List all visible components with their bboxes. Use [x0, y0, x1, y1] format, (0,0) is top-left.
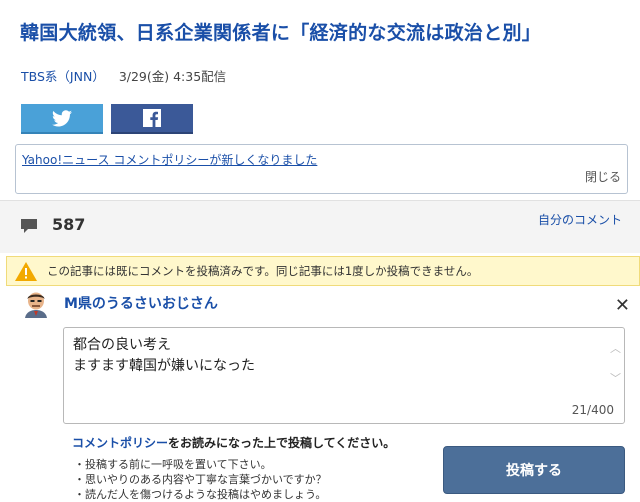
- comment-count: 587: [52, 215, 86, 234]
- already-posted-warning: この記事には既にコメントを投稿済みです。同じ記事には1度しか投稿できません。: [6, 256, 640, 286]
- article-source[interactable]: TBS系（JNN）: [21, 69, 105, 84]
- article-meta: TBS系（JNN） 3/29(金) 4:35配信: [21, 66, 226, 85]
- submit-button[interactable]: 投稿する: [443, 446, 625, 494]
- comment-text[interactable]: 都合の良い考え ますます韓国が嫌いになった: [73, 335, 255, 377]
- comment-textarea[interactable]: 都合の良い考え ますます韓国が嫌いになった ︿ ﹀ 21/400: [63, 327, 625, 424]
- warning-text: この記事には既にコメントを投稿済みです。同じ記事には1度しか投稿できません。: [47, 264, 479, 278]
- user-avatar: [22, 290, 50, 318]
- user-name: M県のうるさいおじさん: [64, 296, 218, 312]
- policy-instruction-text: をお読みになった上で投稿してください。: [168, 436, 396, 450]
- comment-policy-link[interactable]: コメントポリシー: [72, 436, 168, 450]
- policy-notice-link[interactable]: Yahoo!ニュース コメントポリシーが新しくなりました: [22, 151, 317, 168]
- my-comments-link[interactable]: 自分のコメント: [538, 211, 622, 228]
- twitter-icon: [52, 109, 72, 126]
- tip-item: ・読んだ人を傷つけるような投稿はやめましょう。: [74, 488, 327, 501]
- tip-item: ・投稿する前に一呼吸を置いて下さい。: [74, 458, 272, 471]
- scroll-down-icon[interactable]: ﹀: [610, 370, 621, 386]
- tip-item: ・思いやりのある内容や丁寧な言葉づかいですか？: [74, 473, 327, 486]
- comment-bubble-icon: [21, 219, 37, 233]
- warning-icon: [15, 261, 37, 281]
- policy-notice-close-button[interactable]: 閉じる: [585, 168, 621, 185]
- article-title: 韓国大統領、日系企業関係者に「経済的な交流は政治と別」: [20, 22, 542, 44]
- article-date: 3/29(金) 4:35配信: [118, 69, 227, 84]
- facebook-share-button[interactable]: [111, 104, 193, 134]
- posting-tips: ・投稿する前に一呼吸を置いて下さい。 ・思いやりのある内容や丁寧な言葉づかいです…: [74, 457, 327, 502]
- facebook-icon: [143, 109, 161, 127]
- scroll-up-icon[interactable]: ︿: [610, 340, 621, 356]
- char-count: 21/400: [571, 403, 614, 417]
- policy-notice: Yahoo!ニュース コメントポリシーが新しくなりました 閉じる: [15, 144, 628, 194]
- policy-instruction: コメントポリシーをお読みになった上で投稿してください。: [72, 434, 395, 451]
- close-icon[interactable]: ✕: [615, 297, 630, 315]
- twitter-share-button[interactable]: [21, 104, 103, 134]
